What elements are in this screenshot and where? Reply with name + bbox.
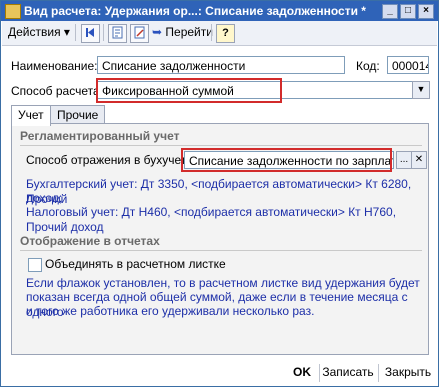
select-button[interactable]: ... — [396, 151, 412, 169]
tax-accounting-line: Налоговый учет: Дт Н460, <подбирается ав… — [26, 205, 397, 234]
footer-divider — [319, 364, 320, 382]
reports-section-title: Отображение в отчетах — [20, 234, 160, 248]
toolbar-divider — [211, 24, 212, 41]
accounting-section-title: Регламентированный учет — [20, 129, 180, 143]
method-label: Способ расчета: — [11, 84, 103, 98]
code-label: Код: — [356, 59, 380, 73]
method-highlight-frame — [96, 78, 282, 103]
reflection-label: Способ отражения в бухучете: — [26, 153, 197, 167]
name-field[interactable]: Списание задолженности — [97, 56, 345, 74]
reflection-highlight-frame — [181, 148, 392, 172]
actions-label: Действия — [8, 25, 61, 39]
navigate-label: Перейти — [165, 25, 213, 39]
back-arrow-icon[interactable] — [81, 24, 100, 43]
bu-accounting-line-2: доход; — [26, 191, 63, 205]
title-bar[interactable]: Вид расчета: Удержания ор...: Списание з… — [1, 1, 438, 21]
merge-in-payslip-checkbox[interactable] — [28, 258, 42, 272]
merge-checkbox-label[interactable]: Объединять в расчетном листке — [45, 257, 226, 271]
maximize-button[interactable]: □ — [400, 4, 416, 19]
name-label: Наименование: — [11, 59, 98, 73]
close-window-button[interactable]: × — [418, 4, 434, 19]
section-divider — [20, 250, 422, 251]
bu-accounting-line-1: Бухгалтерский учет: Дт 3350, <подбираетс… — [26, 177, 412, 206]
tab-panel: Регламентированный учет Способ отражения… — [11, 123, 429, 355]
actions-menu[interactable]: Действия ▾ — [8, 24, 70, 41]
window-controls: _ □ × — [382, 4, 434, 19]
help-text-line-3: и того же работника его удерживали неско… — [26, 304, 315, 318]
minimize-button[interactable]: _ — [382, 4, 398, 19]
close-button[interactable]: Закрыть — [381, 363, 435, 382]
document-edit-icon[interactable] — [130, 24, 149, 43]
toolbar: Действия ▾ ➥ Перейти ▾ ? — [2, 21, 437, 46]
code-field[interactable]: 000014 — [387, 56, 429, 74]
footer-divider — [378, 364, 379, 382]
tab-other[interactable]: Прочие — [50, 105, 106, 125]
save-button[interactable]: Записать — [321, 363, 375, 382]
help-icon[interactable]: ? — [216, 24, 235, 43]
section-divider — [20, 145, 422, 146]
tab-accounting[interactable]: Учет — [11, 105, 51, 126]
dialog-window: Вид расчета: Удержания ор...: Списание з… — [0, 0, 439, 387]
document-list-icon[interactable] — [108, 24, 127, 43]
clear-icon[interactable]: ✕ — [411, 151, 427, 169]
window-title: Вид расчета: Удержания ор...: Списание з… — [24, 4, 366, 18]
toolbar-divider — [75, 24, 76, 41]
help-text-line-1: Если флажок установлен, то в расчетном л… — [26, 276, 420, 290]
navigate-icon: ➥ — [152, 25, 163, 39]
ok-button[interactable]: OK — [287, 363, 317, 382]
chevron-down-icon[interactable]: ▼ — [412, 81, 430, 99]
chevron-down-icon: ▾ — [63, 25, 70, 39]
dialog-footer: OK Записать Закрыть — [1, 358, 438, 386]
toolbar-divider — [103, 24, 104, 41]
app-icon — [5, 4, 21, 19]
